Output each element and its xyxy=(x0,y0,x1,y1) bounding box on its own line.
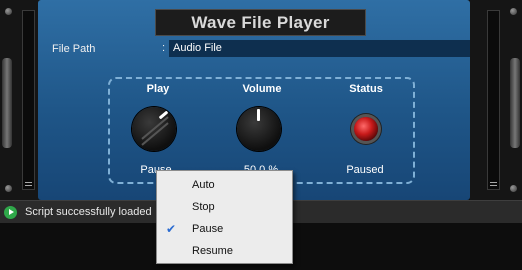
menu-item-stop[interactable]: Stop xyxy=(157,196,292,218)
volume-knob[interactable] xyxy=(237,107,281,151)
screw-icon xyxy=(5,8,12,15)
checkmark-icon: ✔ xyxy=(166,222,177,236)
play-knob[interactable] xyxy=(132,107,176,151)
left-level-meter xyxy=(22,10,35,190)
menu-item-label: Pause xyxy=(192,223,224,235)
volume-label: Volume xyxy=(242,83,282,95)
knob-groove xyxy=(141,116,169,140)
menu-item-resume[interactable]: Resume xyxy=(157,240,292,262)
file-path-separator: : xyxy=(162,42,166,54)
context-menu: Auto Stop ✔ Pause Resume xyxy=(156,170,293,264)
play-label: Play xyxy=(146,83,170,95)
status-led-icon xyxy=(354,117,378,141)
menu-item-label: Resume xyxy=(192,245,233,257)
left-grip xyxy=(2,58,12,148)
knob-indicator xyxy=(257,109,260,121)
screw-icon xyxy=(510,185,517,192)
menu-item-label: Auto xyxy=(192,179,215,191)
menu-item-pause[interactable]: ✔ Pause xyxy=(157,218,292,240)
menu-item-label: Stop xyxy=(192,201,215,213)
status-message: Script successfully loaded xyxy=(25,206,152,218)
right-rail xyxy=(470,0,522,200)
status-value: Paused xyxy=(346,164,384,176)
screw-icon xyxy=(510,8,517,15)
right-level-meter xyxy=(487,10,500,190)
screw-icon xyxy=(5,185,12,192)
file-path-label: File Path xyxy=(52,43,96,55)
right-grip xyxy=(510,58,520,148)
status-label: Status xyxy=(349,83,383,95)
menu-item-auto[interactable]: Auto xyxy=(157,174,292,196)
file-path-field[interactable]: Audio File xyxy=(169,40,470,57)
page-title: Wave File Player xyxy=(155,9,366,36)
play-circle-icon xyxy=(4,206,17,219)
